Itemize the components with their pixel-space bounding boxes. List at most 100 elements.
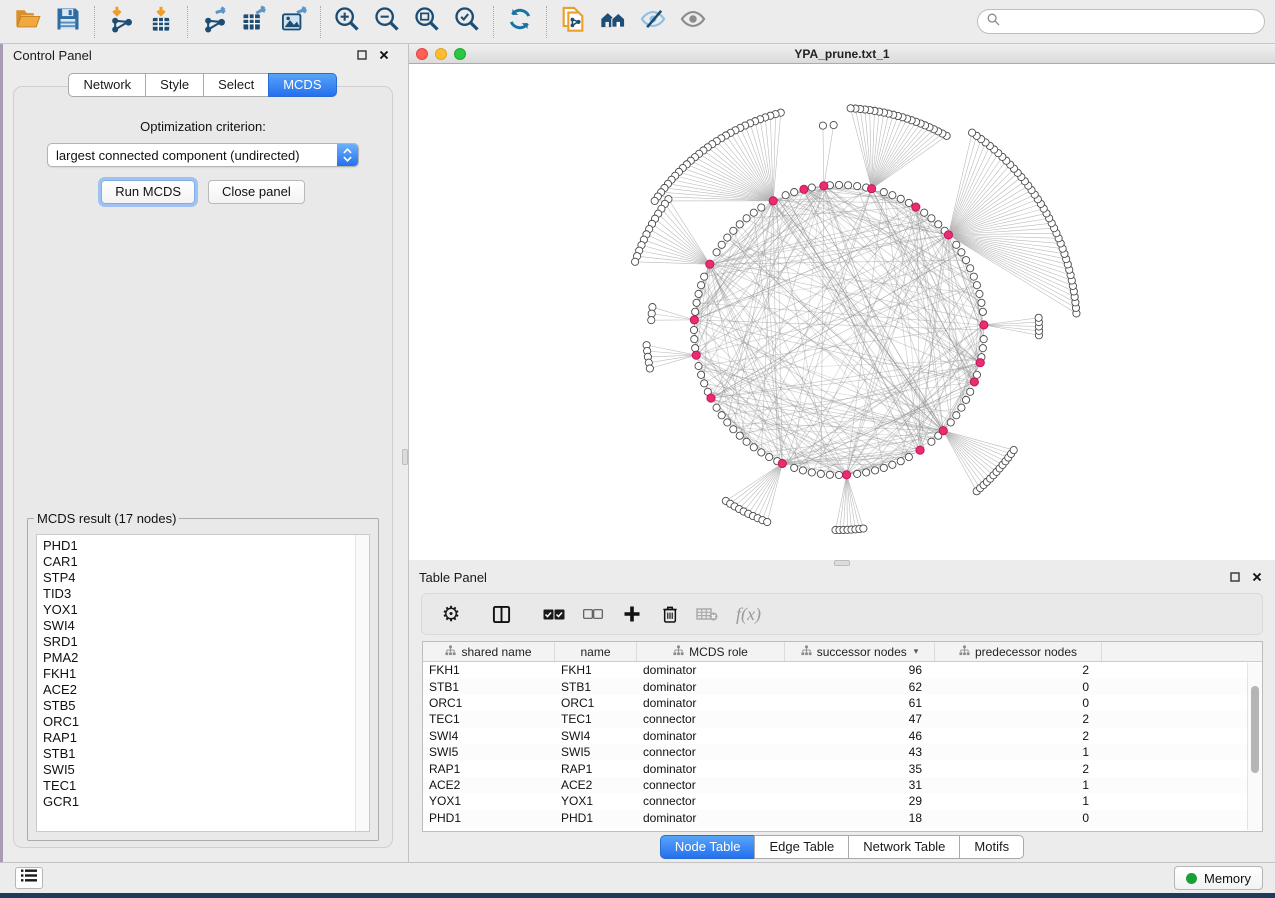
zoom-in-button[interactable] [327,4,367,40]
table-row[interactable]: PHD1PHD1dominator180 [423,810,1262,826]
table-cell-successor-nodes[interactable]: 31 [785,778,935,792]
column-header-name[interactable]: name [555,642,637,661]
table-cell-predecessor-nodes[interactable]: 2 [935,663,1102,677]
vertical-splitter[interactable] [402,44,408,862]
close-panel-icon[interactable] [376,47,392,63]
table-cell-successor-nodes[interactable]: 29 [785,794,935,808]
table-row[interactable]: STB1STB1dominator620 [423,678,1262,694]
table-cell-name[interactable]: ACE2 [555,778,637,792]
table-cell-mcds-role[interactable]: dominator [637,663,785,677]
mcds-result-item[interactable]: CAR1 [43,554,355,570]
search-input[interactable] [1006,14,1255,29]
mcds-result-item[interactable]: PHD1 [43,538,355,554]
delete-column-button[interactable] [652,598,688,630]
mcds-result-item[interactable]: PMA2 [43,650,355,666]
table-cell-shared-name[interactable]: ORC1 [423,696,555,710]
tab-motifs[interactable]: Motifs [959,835,1024,859]
table-cell-name[interactable]: SWI5 [555,745,637,759]
table-cell-name[interactable]: RAP1 [555,762,637,776]
mcds-result-item[interactable]: STB1 [43,746,355,762]
deselect-all-rows-button[interactable] [574,598,612,630]
table-cell-predecessor-nodes[interactable]: 2 [935,762,1102,776]
table-cell-mcds-role[interactable]: dominator [637,811,785,825]
table-row[interactable]: ACE2ACE2connector311 [423,777,1262,793]
tab-network-table[interactable]: Network Table [848,835,960,859]
table-cell-shared-name[interactable]: TEC1 [423,712,555,726]
table-row[interactable]: YOX1YOX1connector291 [423,793,1262,809]
mcds-result-item[interactable]: STP4 [43,570,355,586]
table-cell-successor-nodes[interactable]: 62 [785,680,935,694]
mcds-result-item[interactable]: STB5 [43,698,355,714]
table-row[interactable]: FKH1FKH1dominator962 [423,662,1262,678]
table-cell-name[interactable]: FKH1 [555,663,637,677]
table-row[interactable]: TEC1TEC1connector472 [423,711,1262,727]
tab-select[interactable]: Select [203,73,269,97]
table-cell-successor-nodes[interactable]: 35 [785,762,935,776]
zoom-fit-button[interactable] [407,4,447,40]
mcds-result-item[interactable]: TEC1 [43,778,355,794]
table-cell-mcds-role[interactable]: dominator [637,762,785,776]
table-cell-shared-name[interactable]: YOX1 [423,794,555,808]
mcds-result-item[interactable]: YOX1 [43,602,355,618]
table-cell-predecessor-nodes[interactable]: 1 [935,778,1102,792]
splitter-grip[interactable] [402,449,408,465]
table-cell-shared-name[interactable]: PHD1 [423,811,555,825]
table-cell-shared-name[interactable]: STB1 [423,680,555,694]
table-cell-predecessor-nodes[interactable]: 1 [935,745,1102,759]
table-cell-mcds-role[interactable]: connector [637,778,785,792]
table-cell-successor-nodes[interactable]: 61 [785,696,935,710]
duplicate-network-button[interactable] [553,4,593,40]
table-cell-mcds-role[interactable]: dominator [637,696,785,710]
table-cell-mcds-role[interactable]: connector [637,745,785,759]
delete-table-button[interactable] [688,598,726,630]
table-cell-predecessor-nodes[interactable]: 0 [935,811,1102,825]
tab-style[interactable]: Style [145,73,204,97]
table-cell-successor-nodes[interactable]: 47 [785,712,935,726]
table-cell-successor-nodes[interactable]: 18 [785,811,935,825]
table-row[interactable]: RAP1RAP1dominator352 [423,760,1262,776]
column-header-successor-nodes[interactable]: successor nodes ▾ [785,642,935,661]
close-panel-button[interactable]: Close panel [208,180,305,204]
table-cell-predecessor-nodes[interactable]: 2 [935,712,1102,726]
mcds-result-item[interactable]: SWI5 [43,762,355,778]
show-all-button[interactable] [673,4,713,40]
table-cell-predecessor-nodes[interactable]: 0 [935,696,1102,710]
add-column-button[interactable] [612,598,652,630]
mcds-result-item[interactable]: SRD1 [43,634,355,650]
refresh-view-button[interactable] [500,4,540,40]
run-mcds-button[interactable]: Run MCDS [101,180,195,204]
tab-mcds[interactable]: MCDS [268,73,336,97]
criterion-select[interactable]: largest connected component (undirected) [47,143,359,167]
hide-selected-button[interactable] [633,4,673,40]
table-cell-predecessor-nodes[interactable]: 1 [935,794,1102,808]
table-cell-shared-name[interactable]: ACE2 [423,778,555,792]
first-neighbors-button[interactable] [593,4,633,40]
table-cell-name[interactable]: SWI4 [555,729,637,743]
table-cell-mcds-role[interactable]: connector [637,794,785,808]
save-session-button[interactable] [48,4,88,40]
table-cell-predecessor-nodes[interactable]: 0 [935,680,1102,694]
export-network-button[interactable] [194,4,234,40]
import-table-button[interactable] [141,4,181,40]
table-cell-mcds-role[interactable]: dominator [637,680,785,694]
float-panel-icon[interactable] [354,47,370,63]
table-cell-name[interactable]: ORC1 [555,696,637,710]
zoom-out-button[interactable] [367,4,407,40]
mcds-result-item[interactable]: RAP1 [43,730,355,746]
table-cell-shared-name[interactable]: FKH1 [423,663,555,677]
column-header-predecessor-nodes[interactable]: predecessor nodes [935,642,1102,661]
chevron-down-icon[interactable]: ▾ [914,646,919,657]
table-cell-name[interactable]: STB1 [555,680,637,694]
table-cell-shared-name[interactable]: RAP1 [423,762,555,776]
tab-node-table[interactable]: Node Table [660,835,756,859]
tab-network[interactable]: Network [68,73,146,97]
column-header-shared-name[interactable]: shared name [423,642,555,661]
mcds-result-item[interactable]: ORC1 [43,714,355,730]
function-builder-button[interactable]: f(x) [726,604,761,625]
table-cell-mcds-role[interactable]: connector [637,712,785,726]
close-panel-icon[interactable] [1249,569,1265,585]
table-cell-shared-name[interactable]: SWI5 [423,745,555,759]
export-image-button[interactable] [274,4,314,40]
mcds-result-item[interactable]: SWI4 [43,618,355,634]
memory-button[interactable]: Memory [1174,866,1263,890]
